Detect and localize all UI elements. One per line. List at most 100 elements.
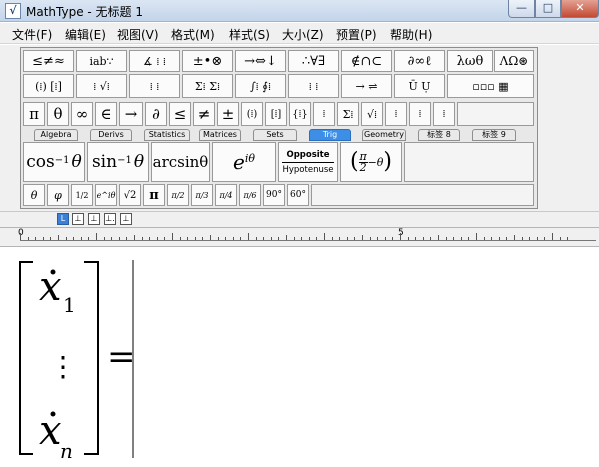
arcsin-template[interactable]: arcsinθ (151, 142, 210, 182)
menu-help[interactable]: 帮助(H) (390, 26, 432, 43)
empty-slot (457, 102, 534, 126)
phi-small-button[interactable]: φ (47, 184, 69, 206)
relational-symbols-palette[interactable]: ≤≠≈ (23, 50, 74, 72)
pi-over-4-button[interactable]: π/4 (215, 184, 237, 206)
sin-inverse-exponent: −1 (117, 154, 132, 166)
ruler-tick (346, 237, 348, 240)
menu-file[interactable]: 文件(F) (12, 26, 52, 43)
cos-label: cos (26, 152, 55, 172)
ruler-tick (476, 233, 477, 240)
matrix-templates-palette[interactable]: ▫▫▫ ▦ (447, 74, 534, 98)
subscript-n: n (60, 439, 73, 463)
superscript-button[interactable]: ⁞ (385, 102, 407, 126)
tab-sets[interactable]: Sets (253, 129, 297, 141)
subscript-superscript-templates-palette[interactable]: ⁞ ⁞ (129, 74, 180, 98)
integral-templates-palette[interactable]: ∫⁞ ∮⁞ (235, 74, 286, 98)
relation-tab-stop-icon[interactable]: ⊥ (120, 213, 132, 225)
one-half-button[interactable]: 1/2 (71, 184, 93, 206)
not-equal-button[interactable]: ≠ (193, 102, 215, 126)
underbar-overbar-templates-palette[interactable]: ⁞ ⁞ (288, 74, 339, 98)
pi-small-button[interactable]: π (143, 184, 165, 206)
cos-inverse-template[interactable]: cos −1 θ (23, 142, 85, 182)
menu-preferences[interactable]: 预置(P) (336, 26, 377, 43)
menu-edit[interactable]: 编辑(E) (65, 26, 106, 43)
ruler-tick (58, 235, 59, 240)
infinity-button[interactable]: ∞ (71, 102, 93, 126)
right-tab-stop-icon[interactable]: ⊥ (88, 213, 100, 225)
summation-button[interactable]: Σ⁞ (337, 102, 359, 126)
misc-symbols-palette[interactable]: ∂∞ℓ (394, 50, 445, 72)
brackets-button[interactable]: [⁞] (265, 102, 287, 126)
tab-geometry[interactable]: Geometry (362, 129, 406, 141)
menu-style[interactable]: 样式(S) (229, 26, 270, 43)
tab-8[interactable]: 标签 8 (418, 129, 460, 141)
subscript-button[interactable]: ⁞ (409, 102, 431, 126)
partial-button[interactable]: ∂ (145, 102, 167, 126)
braces-button[interactable]: {⁞} (289, 102, 311, 126)
pi-over-two-fraction: π 2 (358, 151, 368, 173)
greek-uppercase-palette[interactable]: ΛΩ⊛ (494, 50, 534, 72)
decimal-tab-stop-icon[interactable]: ⊥. (104, 213, 116, 225)
element-of-button[interactable]: ∈ (95, 102, 117, 126)
square-root-button[interactable]: √⁞ (361, 102, 383, 126)
sub-superscript-button[interactable]: ⁞ (433, 102, 455, 126)
operator-symbols-palette[interactable]: ±•⊗ (182, 50, 233, 72)
sixty-degrees-button[interactable]: 60° (287, 184, 309, 206)
menu-size[interactable]: 大小(Z) (282, 26, 324, 43)
parentheses-button[interactable]: (⁞) (241, 102, 263, 126)
tab-9[interactable]: 标签 9 (472, 129, 516, 141)
tab-algebra[interactable]: Algebra (34, 129, 78, 141)
right-arrow-button[interactable]: → (119, 102, 143, 126)
menu-view[interactable]: 视图(V) (117, 26, 159, 43)
ruler-tick (445, 237, 447, 240)
center-tab-stop-icon[interactable]: ⊥ (72, 213, 84, 225)
tab-trig[interactable]: Trig (309, 129, 351, 141)
ruler-tick (384, 237, 386, 240)
arrow-symbols-palette[interactable]: →⇔↓ (235, 50, 286, 72)
opposite-hypotenuse-template[interactable]: Opposite Hypotenuse (278, 142, 338, 182)
spaces-ellipses-palette[interactable]: ⅰab∵ (76, 50, 127, 72)
pi-over-3-button[interactable]: π/3 (191, 184, 213, 206)
ruler-tick (156, 237, 158, 240)
menu-format[interactable]: 格式(M) (171, 26, 215, 43)
ruler-tick (468, 237, 470, 240)
summation-templates-palette[interactable]: Σ⁞ Σ⁞ (182, 74, 233, 98)
sin-inverse-template[interactable]: sin −1 θ (87, 142, 149, 182)
e-i-theta-button[interactable]: e^iθ (95, 184, 117, 206)
left-tab-stop-icon[interactable]: L (57, 213, 69, 225)
ruler[interactable]: 0 5 (0, 227, 599, 247)
products-set-templates-palette[interactable]: Ū Ụ (394, 74, 445, 98)
sqrt-two-button[interactable]: √2 (119, 184, 141, 206)
maximize-button[interactable]: □ (535, 0, 561, 18)
minimize-button[interactable]: — (508, 0, 535, 18)
pi-over-6-button[interactable]: π/6 (239, 184, 261, 206)
fraction-button[interactable]: ⁞ (313, 102, 335, 126)
theta-small-button[interactable]: θ (23, 184, 45, 206)
theta-button[interactable]: θ (47, 102, 69, 126)
exponential-template[interactable]: e iθ (212, 142, 276, 182)
greek-lowercase-palette[interactable]: λωθ (447, 50, 493, 72)
ruler-tick (552, 233, 553, 240)
close-button[interactable]: ✕ (561, 0, 599, 18)
embellishments-palette[interactable]: ∡ ⁞ ⁞ (129, 50, 180, 72)
tab-statistics[interactable]: Statistics (144, 129, 190, 141)
x-variable-bottom: x (39, 408, 62, 454)
ruler-tick (248, 233, 249, 240)
labeled-arrow-templates-palette[interactable]: → ⇌ (341, 74, 392, 98)
fence-templates-palette[interactable]: (⁞) [⁞] (23, 74, 74, 98)
ruler-tick (460, 237, 462, 240)
logical-symbols-palette[interactable]: ∴∀∃ (288, 50, 339, 72)
less-equal-button[interactable]: ≤ (169, 102, 191, 126)
pi-over-2-button[interactable]: π/2 (167, 184, 189, 206)
pi-button[interactable]: π (23, 102, 45, 126)
fraction-radical-templates-palette[interactable]: ⁞ √⁞ (76, 74, 127, 98)
ruler-tick (438, 235, 439, 240)
tab-matrices[interactable]: Matrices (199, 129, 241, 141)
plus-minus-button[interactable]: ± (217, 102, 239, 126)
tab-derivs[interactable]: Derivs (90, 129, 132, 141)
equation-canvas[interactable]: x 1 ⋮ x n = (0, 248, 599, 467)
ninety-degrees-button[interactable]: 90° (263, 184, 285, 206)
ruler-tick (141, 237, 143, 240)
pi-over-two-minus-theta-template[interactable]: ( π 2 −θ ) (340, 142, 402, 182)
set-theory-palette[interactable]: ∉∩⊂ (341, 50, 392, 72)
